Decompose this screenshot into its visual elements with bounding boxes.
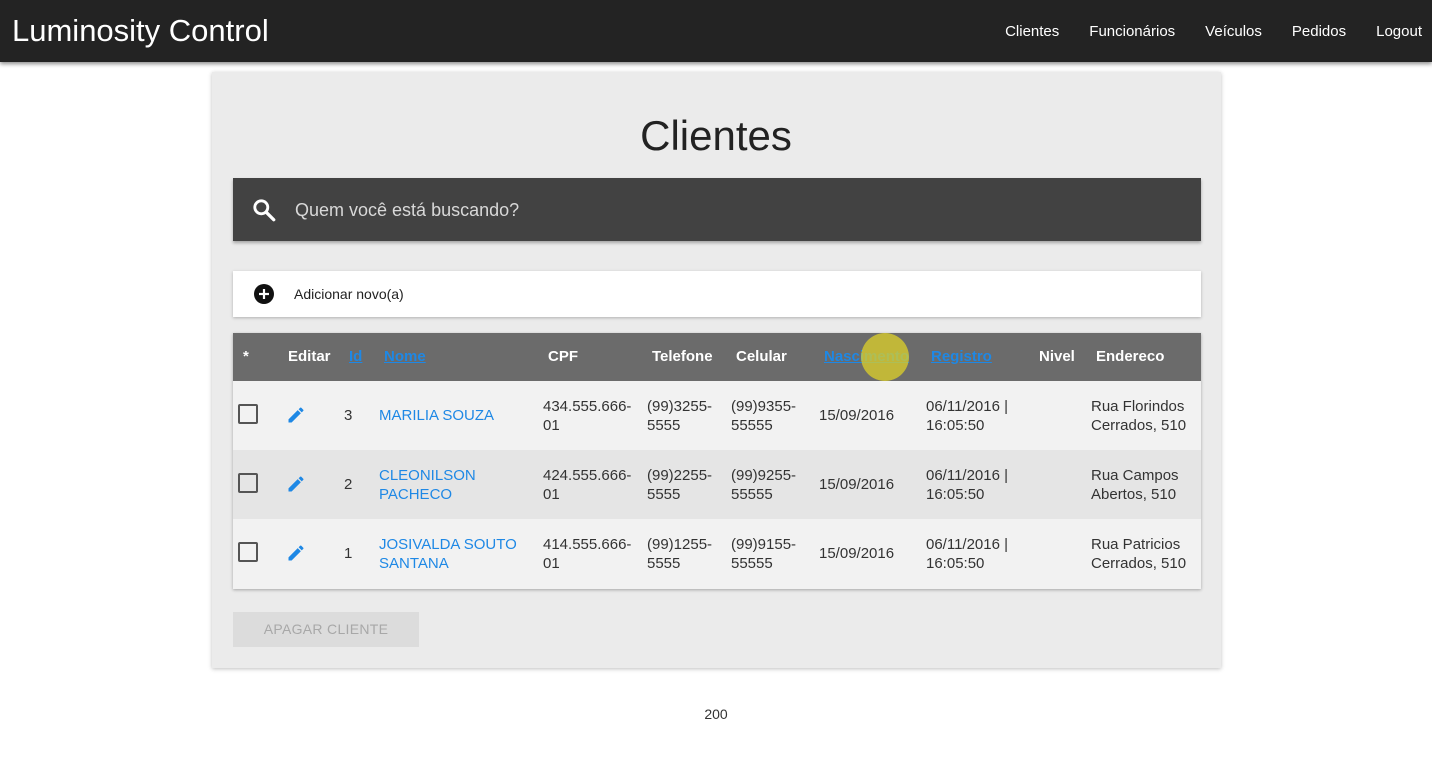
search-bar — [233, 178, 1201, 241]
pencil-icon[interactable] — [286, 474, 306, 494]
top-navbar: Luminosity Control Clientes Funcionários… — [0, 0, 1432, 62]
table-header: * Editar Id Nome CPF Telefone Celular Na… — [233, 333, 1201, 381]
column-header-endereco: Endereco — [1096, 348, 1165, 365]
cell-cpf: 424.555.666- 01 — [543, 466, 632, 503]
column-header-nome[interactable]: Nome — [384, 333, 426, 381]
nav-item-pedidos[interactable]: Pedidos — [1292, 23, 1346, 40]
column-header-id[interactable]: Id — [349, 333, 362, 381]
search-icon[interactable] — [251, 197, 277, 223]
add-new-label: Adicionar novo(a) — [294, 286, 404, 302]
cell-nascimento: 15/09/2016 — [819, 407, 895, 424]
cell-registro: 06/11/2016 | 16:05:50 — [926, 466, 1009, 503]
nav-item-clientes[interactable]: Clientes — [1005, 23, 1059, 40]
clients-table: * Editar Id Nome CPF Telefone Celular Na… — [233, 333, 1201, 589]
row-checkbox[interactable] — [238, 542, 258, 562]
nav-item-funcionarios[interactable]: Funcionários — [1089, 23, 1175, 40]
column-header-telefone: Telefone — [652, 348, 713, 365]
cell-endereco: Rua Florindos Cerrados, 510 — [1091, 397, 1187, 434]
cell-celular: (99)9155- 55555 — [731, 535, 797, 572]
column-header-edit: Editar — [288, 348, 331, 365]
column-header-nascimento[interactable]: Nascimento — [824, 333, 909, 381]
column-header-celular: Celular — [736, 348, 787, 365]
column-header-cpf: CPF — [548, 348, 578, 365]
column-header-select: * — [243, 348, 249, 365]
row-checkbox[interactable] — [238, 473, 258, 493]
cell-telefone: (99)3255- 5555 — [647, 397, 713, 434]
search-input[interactable] — [293, 192, 1177, 228]
table-row: 2 CLEONILSON PACHECO 424.555.666- 01 (99)2… — [233, 450, 1201, 519]
pencil-icon[interactable] — [286, 405, 306, 425]
cell-cpf: 414.555.666- 01 — [543, 535, 632, 572]
delete-client-button[interactable]: APAGAR CLIENTE — [233, 612, 419, 647]
cell-nome-link[interactable]: JOSIVALDA SOUTO SANTANA — [379, 519, 517, 588]
table-row: 1 JOSIVALDA SOUTO SANTANA 414.555.666- 01 … — [233, 519, 1201, 589]
cell-celular: (99)9355- 55555 — [731, 397, 797, 434]
cell-nascimento: 15/09/2016 — [819, 476, 895, 493]
pencil-icon[interactable] — [286, 543, 306, 563]
column-header-nivel: Nivel — [1039, 348, 1075, 365]
cell-celular: (99)9255- 55555 — [731, 466, 797, 503]
cell-telefone: (99)2255- 5555 — [647, 466, 713, 503]
cell-nome-link[interactable]: CLEONILSON PACHECO — [379, 450, 476, 519]
nav-item-veiculos[interactable]: Veículos — [1205, 23, 1262, 40]
main-nav: Clientes Funcionários Veículos Pedidos L… — [975, 0, 1422, 62]
add-circle-icon — [254, 284, 274, 304]
brand-title[interactable]: Luminosity Control — [12, 12, 269, 50]
cell-cpf: 434.555.666- 01 — [543, 397, 632, 434]
page-title: Clientes — [640, 112, 792, 159]
table-row: 3 MARILIA SOUZA 434.555.666- 01 (99)3255-… — [233, 381, 1201, 450]
cell-id: 2 — [344, 476, 353, 493]
cell-nome-link[interactable]: MARILIA SOUZA — [379, 381, 494, 450]
cell-registro: 06/11/2016 | 16:05:50 — [926, 397, 1009, 434]
cell-registro: 06/11/2016 | 16:05:50 — [926, 535, 1009, 572]
column-header-registro[interactable]: Registro — [931, 333, 992, 381]
add-new-button[interactable]: Adicionar novo(a) — [233, 271, 1201, 317]
nav-item-logout[interactable]: Logout — [1376, 23, 1422, 40]
cell-nascimento: 15/09/2016 — [819, 545, 895, 562]
cell-endereco: Rua Patricios Cerrados, 510 — [1091, 535, 1187, 572]
cell-telefone: (99)1255- 5555 — [647, 535, 713, 572]
footer-status: 200 — [704, 706, 728, 722]
cell-endereco: Rua Campos Abertos, 510 — [1091, 466, 1179, 503]
cell-id: 3 — [344, 407, 353, 424]
row-checkbox[interactable] — [238, 404, 258, 424]
cell-id: 1 — [344, 545, 353, 562]
